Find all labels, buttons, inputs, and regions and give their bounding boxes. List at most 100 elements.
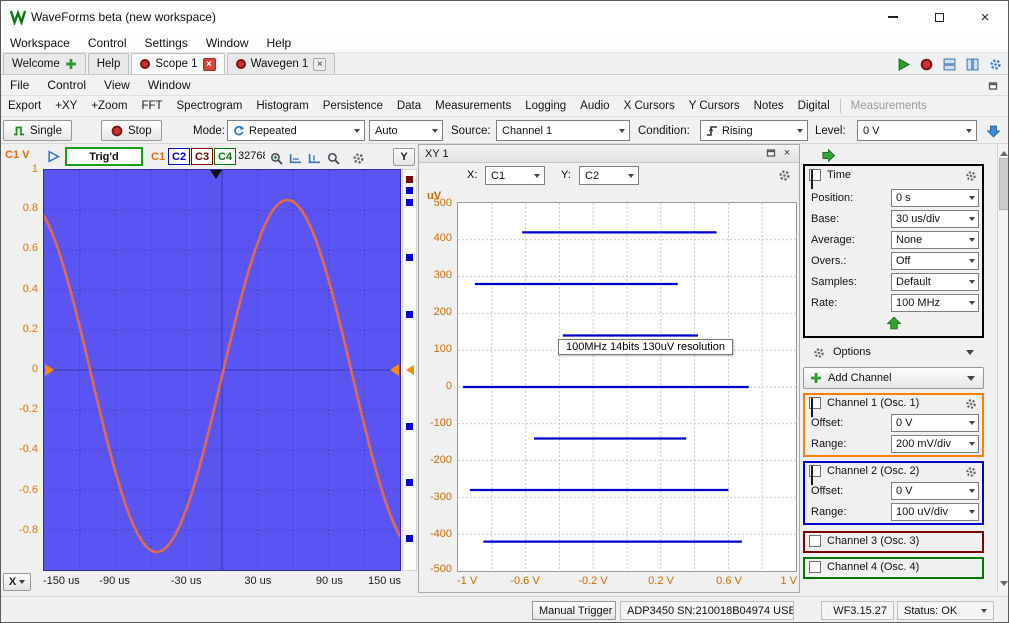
scope-plot[interactable] bbox=[43, 169, 401, 571]
position-dropdown[interactable]: 0 s bbox=[891, 189, 979, 207]
manual-trigger-button[interactable]: Manual Trigger bbox=[532, 601, 616, 620]
add-instrument-icon[interactable] bbox=[65, 58, 77, 70]
channel1-checkbox[interactable] bbox=[809, 397, 821, 409]
xy-plot[interactable]: 100MHz 14bits 130uV resolution bbox=[457, 202, 797, 572]
menu-control[interactable]: Control bbox=[79, 33, 136, 53]
y-axis-button[interactable]: Y bbox=[393, 148, 415, 166]
restore-window-button[interactable] bbox=[984, 77, 1002, 95]
scope-menu-control[interactable]: Control bbox=[38, 75, 95, 95]
tile-vertical-button[interactable] bbox=[963, 55, 981, 73]
zoom-button[interactable] bbox=[324, 149, 342, 167]
channel-c1-button[interactable]: C1 bbox=[148, 148, 168, 165]
channel1-offset-dropdown[interactable]: 0 V bbox=[891, 414, 979, 432]
channel2-settings-button[interactable] bbox=[963, 464, 979, 480]
channel-c2-button[interactable]: C2 bbox=[168, 148, 190, 165]
xy-close-button[interactable]: × bbox=[779, 146, 795, 160]
toolbar-item-audio[interactable]: Audio bbox=[573, 96, 616, 117]
sidebar-scrollbar[interactable] bbox=[997, 144, 1009, 593]
plot-settings-button[interactable] bbox=[349, 149, 367, 167]
toolbar-item-histogram[interactable]: Histogram bbox=[249, 96, 315, 117]
channel1-settings-button[interactable] bbox=[963, 396, 979, 412]
toolbar-item-export[interactable]: Export bbox=[1, 96, 48, 117]
tab-welcome[interactable]: Welcome bbox=[3, 53, 86, 74]
status-dropdown[interactable]: Status: OK bbox=[897, 601, 994, 620]
menu-settings[interactable]: Settings bbox=[136, 33, 197, 53]
scrollbar-thumb[interactable] bbox=[999, 158, 1009, 210]
trigger-level-marker-left[interactable] bbox=[45, 364, 54, 376]
tab-help[interactable]: Help bbox=[88, 53, 130, 74]
xy-title-bar[interactable]: XY 1 × bbox=[419, 145, 799, 163]
toolbar-item-measurements[interactable]: Measurements bbox=[428, 96, 518, 117]
tab-wavegen-close-icon[interactable]: × bbox=[313, 58, 326, 71]
single-button[interactable]: Single bbox=[3, 120, 72, 141]
fit-vertical-button[interactable] bbox=[305, 149, 323, 167]
menu-help[interactable]: Help bbox=[258, 33, 301, 53]
toolbar-item-notes[interactable]: Notes bbox=[747, 96, 791, 117]
workspace-settings-button[interactable] bbox=[986, 55, 1004, 73]
toolbar-item-spectrogram[interactable]: Spectrogram bbox=[170, 96, 250, 117]
minimize-button[interactable] bbox=[870, 1, 916, 33]
xy-settings-button[interactable] bbox=[775, 166, 793, 184]
tab-wavegen-1[interactable]: Wavegen 1 × bbox=[227, 53, 336, 74]
close-button[interactable]: × bbox=[962, 1, 1008, 33]
add-channel-button[interactable]: Add Channel bbox=[803, 367, 984, 389]
tab-scope-1[interactable]: Scope 1 × bbox=[131, 53, 224, 74]
toolbar-item-persistence[interactable]: Persistence bbox=[316, 96, 390, 117]
trigger-time-marker[interactable] bbox=[210, 170, 222, 179]
toolbar-item-logging[interactable]: Logging bbox=[518, 96, 573, 117]
oversampling-dropdown[interactable]: Off bbox=[891, 252, 979, 270]
scroll-down-icon[interactable] bbox=[1000, 581, 1008, 590]
time-checkbox[interactable] bbox=[809, 169, 821, 181]
trigger-level-marker-right[interactable] bbox=[390, 364, 399, 376]
scope-menu-window[interactable]: Window bbox=[139, 75, 200, 95]
options-row[interactable]: Options bbox=[803, 342, 984, 364]
toolbar-item-data[interactable]: Data bbox=[390, 96, 428, 117]
title-bar[interactable]: WaveForms beta (new workspace) × bbox=[1, 1, 1008, 33]
channel2-offset-dropdown[interactable]: 0 V bbox=[891, 482, 979, 500]
scroll-up-icon[interactable] bbox=[1000, 147, 1008, 156]
mode-dropdown[interactable]: Repeated bbox=[227, 120, 365, 141]
menu-workspace[interactable]: Workspace bbox=[1, 33, 79, 53]
green-up-arrow-icon[interactable] bbox=[887, 316, 901, 330]
scope-menu-file[interactable]: File bbox=[1, 75, 38, 95]
level-combo[interactable]: 0 V bbox=[857, 120, 977, 141]
xy-y-channel-dropdown[interactable]: C2 bbox=[579, 166, 639, 185]
c2-offset-marker[interactable] bbox=[406, 187, 413, 194]
stop-all-button[interactable] bbox=[917, 55, 935, 73]
fit-horizontal-button[interactable] bbox=[286, 149, 304, 167]
toolbar-item-add-zoom[interactable]: +Zoom bbox=[84, 96, 134, 117]
xy-x-channel-dropdown[interactable]: C1 bbox=[485, 166, 545, 185]
green-right-arrow-icon[interactable] bbox=[822, 149, 835, 162]
scope-menu-view[interactable]: View bbox=[95, 75, 139, 95]
stop-button[interactable]: Stop bbox=[101, 120, 162, 141]
toolbar-item-fft[interactable]: FFT bbox=[134, 96, 169, 117]
c3-offset-marker[interactable] bbox=[406, 176, 413, 183]
rate-dropdown[interactable]: 100 MHz bbox=[891, 294, 979, 312]
zoom-in-button[interactable] bbox=[267, 149, 285, 167]
trigger-options-button[interactable] bbox=[984, 122, 1002, 140]
tile-horizontal-button[interactable] bbox=[940, 55, 958, 73]
tab-scope-close-icon[interactable]: × bbox=[203, 58, 216, 71]
menu-window[interactable]: Window bbox=[197, 33, 258, 53]
toolbar-item-y-cursors[interactable]: Y Cursors bbox=[682, 96, 747, 117]
toolbar-item-x-cursors[interactable]: X Cursors bbox=[617, 96, 682, 117]
channel1-range-dropdown[interactable]: 200 mV/div bbox=[891, 435, 979, 453]
condition-dropdown[interactable]: Rising bbox=[700, 120, 808, 141]
channel4-checkbox[interactable] bbox=[809, 561, 821, 573]
channel2-range-dropdown[interactable]: 100 uV/div bbox=[891, 503, 979, 521]
run-all-button[interactable] bbox=[894, 55, 912, 73]
samples-dropdown[interactable]: Default bbox=[891, 273, 979, 291]
average-dropdown[interactable]: None bbox=[891, 231, 979, 249]
time-settings-button[interactable] bbox=[963, 168, 979, 184]
channel2-checkbox[interactable] bbox=[809, 465, 821, 477]
base-dropdown[interactable]: 30 us/div bbox=[891, 210, 979, 228]
maximize-button[interactable] bbox=[916, 1, 962, 33]
toolbar-item-add-xy[interactable]: +XY bbox=[48, 96, 84, 117]
channel3-checkbox[interactable] bbox=[809, 535, 821, 547]
channel-c3-button[interactable]: C3 bbox=[191, 148, 213, 165]
source-dropdown[interactable]: Channel 1 bbox=[496, 120, 630, 141]
c1-offset-marker[interactable] bbox=[406, 365, 414, 375]
toolbar-item-digital[interactable]: Digital bbox=[791, 96, 837, 117]
trigger-mode-dropdown[interactable]: Auto bbox=[369, 120, 443, 141]
x-axis-button[interactable]: X bbox=[3, 573, 31, 591]
